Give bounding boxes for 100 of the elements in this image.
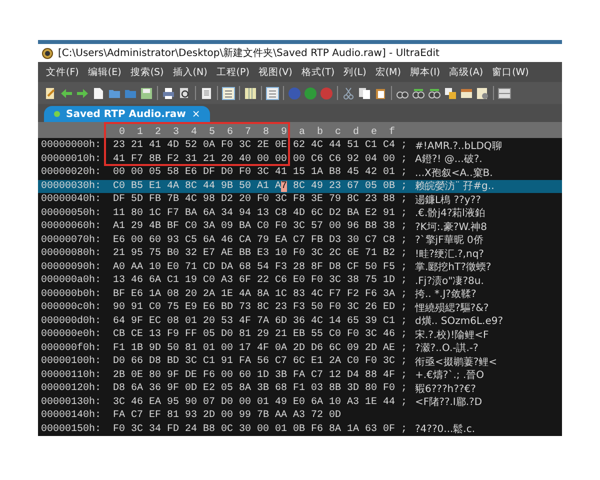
column-label: 5 <box>209 127 216 138</box>
hex-byte: 31 <box>185 154 198 165</box>
separator: ; <box>401 329 408 340</box>
columns-icon[interactable] <box>244 86 257 100</box>
row-offset: 00000040h: <box>41 194 102 206</box>
menu-item[interactable]: 窗口(W) <box>492 66 529 78</box>
find-next-icon[interactable] <box>412 86 425 100</box>
hex-byte: 00 <box>239 396 252 408</box>
hex-byte: 01 <box>257 396 270 408</box>
hex-byte: 73 <box>239 302 252 314</box>
list-view-icon[interactable] <box>266 86 279 100</box>
hex-byte: EA <box>149 396 162 408</box>
row-offset: 000000a0h: <box>41 275 102 286</box>
menu-item[interactable]: 文件(F) <box>46 66 79 78</box>
hex-byte: F6 <box>365 288 378 300</box>
hex-byte: BD <box>221 302 234 314</box>
hex-byte: DE <box>185 370 198 381</box>
hex-byte: 83 <box>293 288 306 300</box>
hex-byte: 92 <box>347 154 360 165</box>
row-offset: 000000f0h: <box>41 342 102 354</box>
hex-byte: 3C <box>329 275 342 286</box>
menu-item[interactable]: 脚本(I) <box>410 66 440 78</box>
hex-byte: D0 <box>113 356 126 368</box>
replace-icon[interactable] <box>444 86 457 100</box>
hex-byte: 6A <box>203 234 216 246</box>
hex-byte: 4C <box>311 140 324 152</box>
file-tab[interactable]: Saved RTP Audio.raw × <box>44 106 210 122</box>
hex-byte: C0 <box>203 275 216 286</box>
hex-byte: AA <box>275 410 288 422</box>
ascii-text: 宋.?.校)!隃鲤<F <box>415 328 489 342</box>
hex-byte: D2 <box>221 194 234 206</box>
text-page-icon[interactable] <box>200 86 213 100</box>
hex-view-icon[interactable] <box>222 86 235 100</box>
hex-byte: 19 <box>185 275 198 286</box>
left-arrow-icon[interactable] <box>60 86 73 100</box>
row-offset: 00000110h: <box>41 370 102 381</box>
hex-byte: BD <box>167 356 180 368</box>
column-label: 8 <box>263 127 270 138</box>
column-label: d <box>353 127 360 138</box>
column-label: b <box>317 127 324 138</box>
hex-byte: 91 <box>131 302 144 314</box>
hex-byte: 39 <box>365 316 378 327</box>
hex-byte: C7 <box>131 410 144 422</box>
hex-byte: 98 <box>203 194 216 206</box>
hex-byte: EA <box>275 234 288 246</box>
menu-item[interactable]: 列(L) <box>344 66 366 78</box>
panel-icon[interactable] <box>498 86 511 100</box>
scissors-icon[interactable] <box>342 86 355 100</box>
text-cursor: 7 <box>281 180 288 192</box>
settings-icon[interactable] <box>476 86 489 100</box>
hex-byte: 7B <box>167 194 180 206</box>
document-edit-icon[interactable] <box>44 86 57 100</box>
hex-byte: CE <box>131 329 144 340</box>
find-prev-icon[interactable] <box>428 86 441 100</box>
hex-byte: 00 <box>257 424 270 435</box>
hex-byte: 1A <box>311 167 324 178</box>
print-preview-icon[interactable] <box>178 86 191 100</box>
menu-item[interactable]: 视图(V) <box>258 66 292 78</box>
paste-icon[interactable] <box>374 86 387 100</box>
hex-byte: C7 <box>275 356 288 368</box>
menu-item[interactable]: 插入(N) <box>172 66 208 78</box>
copy-icon[interactable] <box>358 86 371 100</box>
hex-byte: 2A <box>329 356 342 368</box>
hex-byte: EF <box>149 410 162 422</box>
printer-icon[interactable] <box>162 86 175 100</box>
menu-item[interactable]: 工程(P) <box>216 66 250 78</box>
save-icon[interactable] <box>140 86 153 100</box>
blank-page-icon[interactable] <box>92 86 105 100</box>
column-label: 9 <box>281 127 288 138</box>
hex-byte: 00 <box>221 410 234 422</box>
hex-byte: 4C <box>311 316 324 327</box>
hex-byte: 6A <box>311 396 324 408</box>
hex-byte: B8 <box>329 167 342 178</box>
hex-byte: 1C <box>275 288 288 300</box>
hex-byte: A3 <box>347 396 360 408</box>
menu-item[interactable]: 编辑(E) <box>88 66 122 78</box>
row-offset: 00000090h: <box>41 262 102 273</box>
hex-byte: CD <box>203 262 216 273</box>
hex-byte: 3C <box>347 302 360 314</box>
window-icon[interactable] <box>460 86 473 100</box>
menu-item[interactable]: 宏(M) <box>375 66 401 78</box>
hex-byte: C0 <box>113 180 126 192</box>
right-arrow-icon[interactable] <box>76 86 89 100</box>
hex-byte: 79 <box>329 194 342 206</box>
hex-byte: E3 <box>257 248 270 260</box>
hex-byte: 21 <box>275 329 288 340</box>
hex-byte: 0A <box>275 342 288 354</box>
hex-byte: 8A <box>329 424 342 435</box>
menu-item[interactable]: 高级(A) <box>449 66 484 78</box>
menu-item[interactable]: 搜索(S) <box>130 66 164 78</box>
hex-byte: F5 <box>383 262 396 273</box>
close-icon[interactable]: × <box>192 108 200 120</box>
menu-item[interactable]: 格式(T) <box>301 66 335 78</box>
hex-byte: 00 <box>275 154 288 165</box>
hex-byte: 46 <box>221 234 234 246</box>
separator: ; <box>401 424 408 435</box>
ascii-text: 逿鐮L樢 ??y?? <box>415 194 481 207</box>
hex-byte: D6 <box>311 342 324 354</box>
hex-byte: 93 <box>185 410 198 422</box>
hex-byte: CF <box>347 262 360 273</box>
